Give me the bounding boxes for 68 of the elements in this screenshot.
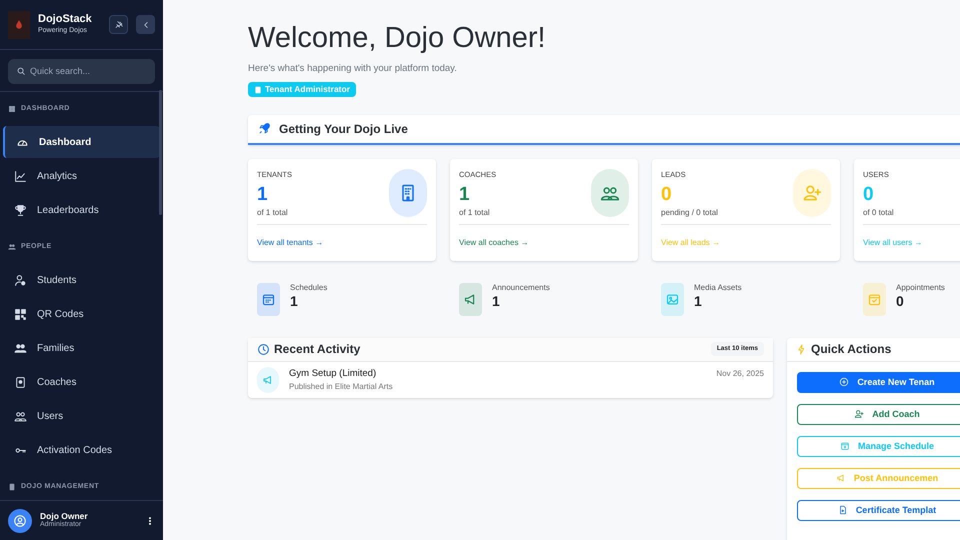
person-gear-icon [14,274,27,286]
stat-value: 1 [459,183,471,207]
activity-subtitle: Published in Elite Martial Arts [289,382,394,392]
megaphone-icon [836,473,846,484]
card-link[interactable]: View all tenants → [257,236,427,249]
nav-item[interactable]: Leaderboards [3,194,160,226]
user-name: Dojo Owner [40,510,89,521]
stat-value: 0 [661,183,673,207]
stat-value: 1 [694,292,703,310]
person-plus-icon [802,182,822,203]
plus-circle-icon [839,377,850,388]
nav-item[interactable]: Activation Codes [3,434,160,466]
nav-item[interactable]: Analytics [3,160,160,192]
panel-title: Recent Activity [274,341,362,358]
nav-item[interactable]: Students [3,264,160,296]
stat-label: Announcements [492,282,550,293]
stat-value: 1 [257,183,269,207]
scrollbar[interactable] [159,90,162,215]
calendar-icon [261,292,276,307]
activity-title: Gym Setup (Limited) [289,368,378,380]
stat-value: 0 [896,292,905,310]
pin-button[interactable] [109,15,128,34]
activity-row[interactable]: Gym Setup (Limited) Published in Elite Martial Arts Nov 26, 2025 [248,362,773,398]
stat-label: Media Assets [694,282,742,293]
action-button[interactable]: Add Coach [797,404,960,425]
rocket-icon [258,122,271,136]
calendar-plus-icon [840,441,850,452]
megaphone-icon [262,374,274,386]
brand-title: DojoStack [38,13,93,26]
line-chart-icon [14,170,27,182]
stat-value: 1 [492,292,501,310]
stat-label: Schedules [290,282,328,293]
nav-item[interactable]: Users [3,400,160,432]
lightning-icon [796,342,807,356]
stat-value: 1 [290,292,299,310]
qr-code-icon [14,308,27,320]
collapse-button[interactable] [136,15,155,34]
page-title: Welcome, Dojo Owner! [248,21,547,56]
stat-detail: of 1 total [257,207,289,219]
nav-item[interactable]: Dashboard [3,126,160,158]
stat-detail: of 0 total [863,207,894,219]
activity-date: Nov 26, 2025 [716,368,764,380]
image-icon [665,292,680,307]
section-title: Getting Your Dojo Live [279,120,408,138]
stat-label: Appointments [896,282,945,293]
stat-detail: of 1 total [459,207,491,219]
document-icon [838,505,848,516]
page-subtitle: Here's what's happening with your platform today. [248,62,458,76]
trophy-icon [14,204,27,216]
stat-detail: pending / 0 total [661,207,718,219]
nav-item[interactable]: QR Codes [3,298,160,330]
nav-item[interactable]: Families [3,332,160,364]
calendar-check-icon [867,292,882,307]
user-icon [13,514,27,528]
people-icon [14,410,27,422]
action-button[interactable]: Create New Tenan [797,372,960,393]
role-badge: Tenant Administrator [248,82,356,98]
search-field[interactable]: Quick search... [8,58,155,84]
panel-title: Quick Actions [811,341,892,358]
search-icon [16,66,26,76]
nav-item[interactable]: Coaches [3,366,160,398]
people-icon [8,243,16,251]
card-link[interactable]: View all coaches → [459,236,629,249]
stat-value: 0 [863,183,875,207]
clock-icon [257,342,270,356]
family-icon [14,342,27,354]
person-plus-icon [854,409,864,420]
action-button[interactable]: Certificate Templat [797,500,960,521]
